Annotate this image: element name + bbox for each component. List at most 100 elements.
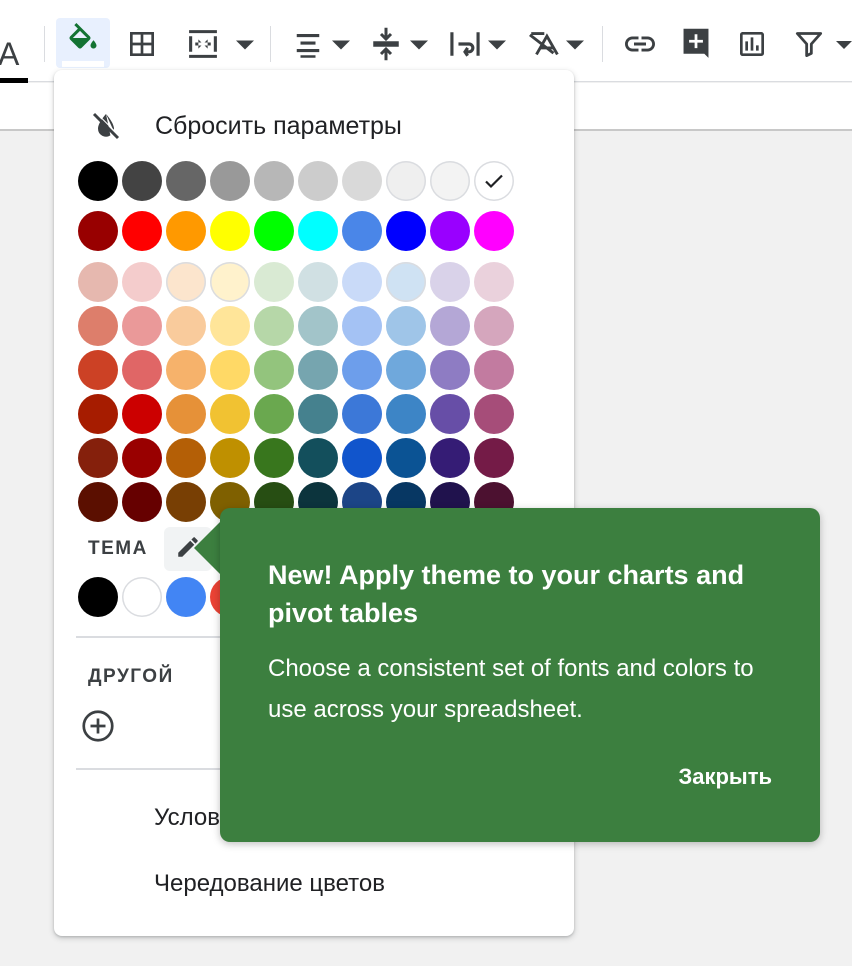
theme-color-swatch[interactable] xyxy=(78,577,118,617)
text-wrapping-icon[interactable] xyxy=(446,26,484,62)
text-color-button[interactable]: A xyxy=(0,18,40,85)
palette-swatch[interactable] xyxy=(386,394,426,434)
tooltip-title: New! Apply theme to your charts and pivo… xyxy=(268,560,745,628)
gray-swatch[interactable] xyxy=(78,161,118,201)
gray-swatch[interactable] xyxy=(298,161,338,201)
palette-swatch[interactable] xyxy=(386,306,426,346)
gray-swatch[interactable] xyxy=(386,161,426,201)
gray-swatch[interactable] xyxy=(342,161,382,201)
vertical-align-icon[interactable] xyxy=(368,24,404,64)
palette-swatch[interactable] xyxy=(210,262,250,302)
palette-swatch[interactable] xyxy=(298,306,338,346)
chevron-down-icon[interactable] xyxy=(836,36,852,54)
insert-chart-icon[interactable] xyxy=(734,26,770,62)
palette-swatch[interactable] xyxy=(254,350,294,390)
gray-swatch[interactable] xyxy=(254,161,294,201)
palette-swatch[interactable] xyxy=(474,438,514,478)
reset-colors-item[interactable]: Сбросить параметры xyxy=(54,100,574,152)
palette-swatch[interactable] xyxy=(254,262,294,302)
palette-swatch[interactable] xyxy=(78,350,118,390)
tooltip-close-button[interactable]: Закрыть xyxy=(678,764,772,790)
palette-swatch[interactable] xyxy=(342,306,382,346)
palette-swatch[interactable] xyxy=(430,350,470,390)
theme-color-swatch[interactable] xyxy=(166,577,206,617)
text-rotation-icon[interactable] xyxy=(524,26,562,62)
palette-swatch[interactable] xyxy=(78,262,118,302)
palette-swatch[interactable] xyxy=(166,350,206,390)
bright-swatch[interactable] xyxy=(386,211,426,251)
palette-swatch[interactable] xyxy=(210,438,250,478)
palette-swatch[interactable] xyxy=(430,306,470,346)
borders-icon[interactable] xyxy=(124,26,160,62)
bright-swatch[interactable] xyxy=(122,211,162,251)
bright-swatch[interactable] xyxy=(166,211,206,251)
palette-swatch[interactable] xyxy=(298,438,338,478)
palette-swatch[interactable] xyxy=(430,394,470,434)
palette-swatch[interactable] xyxy=(342,438,382,478)
add-custom-color-button[interactable] xyxy=(80,708,116,749)
palette-swatch[interactable] xyxy=(298,394,338,434)
palette-swatch[interactable] xyxy=(122,438,162,478)
palette-swatch[interactable] xyxy=(122,262,162,302)
insert-link-icon[interactable] xyxy=(620,28,660,60)
merge-cells-icon[interactable] xyxy=(182,26,224,62)
palette-swatch[interactable] xyxy=(386,350,426,390)
gray-swatch[interactable] xyxy=(122,161,162,201)
palette-swatch[interactable] xyxy=(474,262,514,302)
palette-swatch[interactable] xyxy=(78,306,118,346)
palette-swatch[interactable] xyxy=(474,306,514,346)
bright-swatch[interactable] xyxy=(78,211,118,251)
bright-swatch[interactable] xyxy=(342,211,382,251)
palette-swatch[interactable] xyxy=(474,350,514,390)
horizontal-align-icon[interactable] xyxy=(290,28,326,60)
bright-swatch[interactable] xyxy=(254,211,294,251)
palette-swatch[interactable] xyxy=(78,482,118,522)
palette-swatch[interactable] xyxy=(254,394,294,434)
palette-swatch[interactable] xyxy=(342,350,382,390)
filter-icon[interactable] xyxy=(792,28,826,60)
palette-swatch[interactable] xyxy=(122,350,162,390)
palette-swatch[interactable] xyxy=(210,394,250,434)
palette-swatch[interactable] xyxy=(210,306,250,346)
palette-swatch[interactable] xyxy=(386,438,426,478)
chevron-down-icon[interactable] xyxy=(330,36,352,54)
palette-swatch[interactable] xyxy=(254,306,294,346)
theme-color-swatch[interactable] xyxy=(122,577,162,617)
chevron-down-icon[interactable] xyxy=(564,36,586,54)
palette-swatch[interactable] xyxy=(166,306,206,346)
gray-swatch[interactable] xyxy=(166,161,206,201)
bright-swatch[interactable] xyxy=(430,211,470,251)
palette-swatch[interactable] xyxy=(166,394,206,434)
palette-swatch[interactable] xyxy=(474,394,514,434)
palette-swatch[interactable] xyxy=(430,262,470,302)
palette-swatch[interactable] xyxy=(122,306,162,346)
palette-swatch[interactable] xyxy=(386,262,426,302)
checkmark-icon xyxy=(485,174,503,189)
palette-swatch[interactable] xyxy=(430,438,470,478)
gray-swatch[interactable] xyxy=(210,161,250,201)
chevron-down-icon[interactable] xyxy=(486,36,508,54)
insert-comment-icon[interactable] xyxy=(678,24,714,64)
palette-swatch[interactable] xyxy=(122,482,162,522)
palette-swatch[interactable] xyxy=(342,394,382,434)
bright-swatch[interactable] xyxy=(298,211,338,251)
bright-swatch[interactable] xyxy=(210,211,250,251)
palette-swatch[interactable] xyxy=(298,350,338,390)
gray-swatch[interactable] xyxy=(430,161,470,201)
palette-swatch[interactable] xyxy=(166,438,206,478)
chevron-down-icon[interactable] xyxy=(234,36,256,54)
palette-swatch[interactable] xyxy=(254,438,294,478)
chevron-down-icon[interactable] xyxy=(408,36,430,54)
bright-swatch[interactable] xyxy=(474,211,514,251)
fill-color-swatch xyxy=(62,61,104,67)
alternating-colors-item[interactable]: Чередование цветов xyxy=(154,870,385,898)
palette-swatch[interactable] xyxy=(122,394,162,434)
palette-swatch[interactable] xyxy=(166,262,206,302)
palette-swatch[interactable] xyxy=(166,482,206,522)
palette-swatch[interactable] xyxy=(210,350,250,390)
palette-swatch[interactable] xyxy=(78,394,118,434)
palette-swatch[interactable] xyxy=(78,438,118,478)
gray-swatch[interactable] xyxy=(474,161,514,201)
palette-swatch[interactable] xyxy=(298,262,338,302)
palette-swatch[interactable] xyxy=(342,262,382,302)
